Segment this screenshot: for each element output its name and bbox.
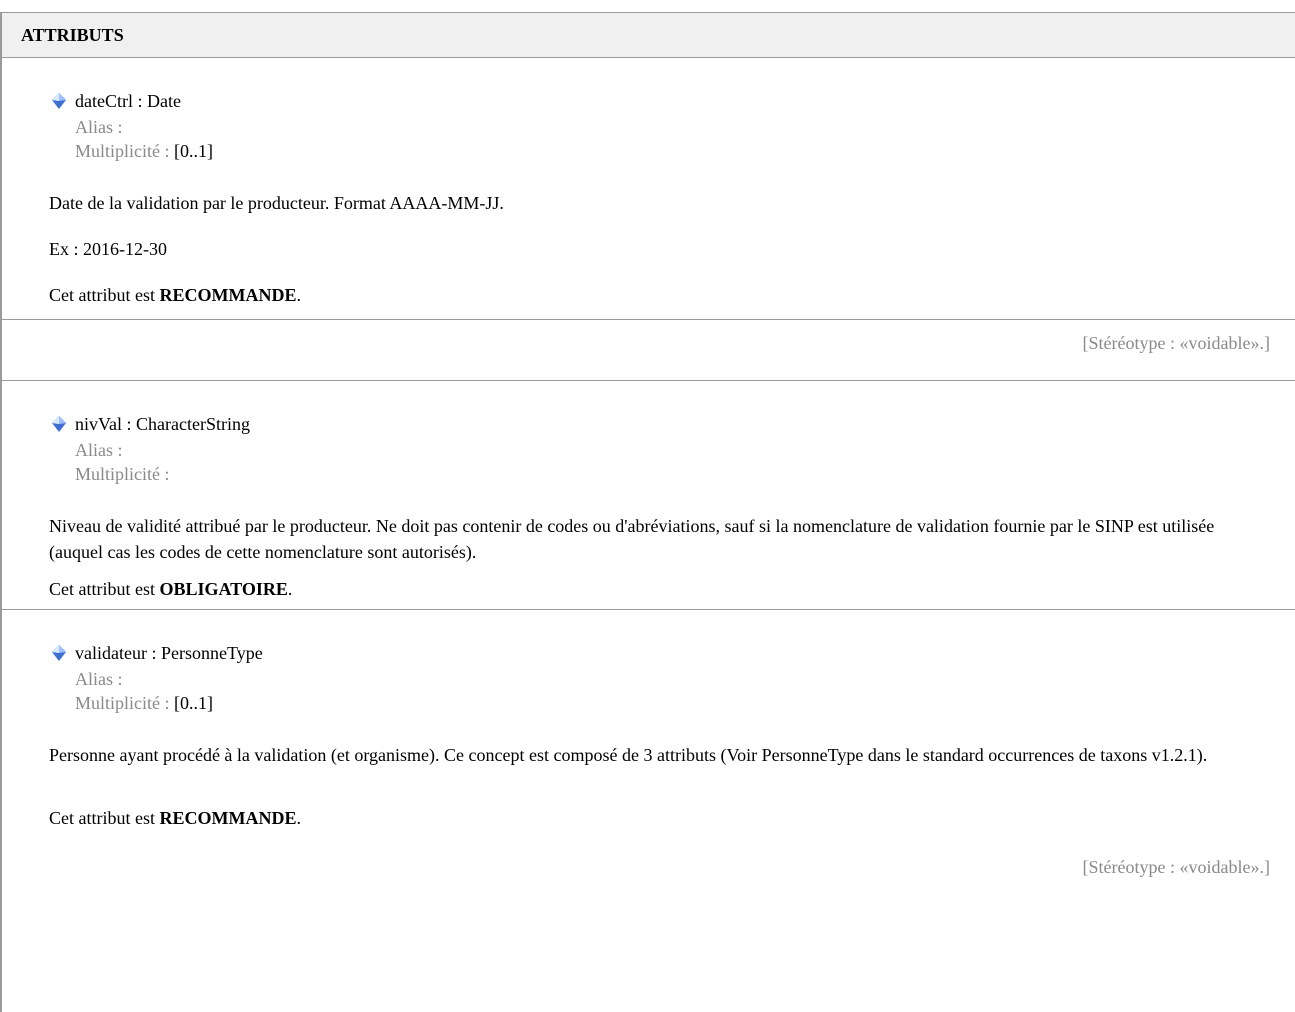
section-title: ATTRIBUTS bbox=[21, 24, 124, 45]
status-prefix: Cet attribut est bbox=[49, 285, 160, 305]
attribute-diamond-icon bbox=[51, 645, 67, 661]
attribute-title: validateur : PersonneType bbox=[75, 643, 263, 663]
attribute-example: Ex : 2016-12-30 bbox=[49, 239, 167, 259]
attribute-header: nivVal : CharacterString bbox=[51, 413, 250, 435]
attribute-header: dateCtrl : Date bbox=[51, 90, 181, 112]
alias-row: Alias : bbox=[75, 115, 123, 139]
status-suffix: . bbox=[296, 285, 301, 305]
attribute-item: nivVal : CharacterString Alias : Multipl… bbox=[2, 381, 1295, 610]
attribute-description: Personne ayant procédé à la validation (… bbox=[49, 745, 1208, 765]
multiplicity-label: Multiplicité : bbox=[75, 141, 170, 161]
attribute-item: dateCtrl : Date Alias : Multiplicité : [… bbox=[2, 58, 1295, 353]
alias-row: Alias : bbox=[75, 438, 123, 462]
status-prefix: Cet attribut est bbox=[49, 579, 160, 599]
multiplicity-label: Multiplicité : bbox=[75, 693, 170, 713]
multiplicity-row: Multiplicité : bbox=[75, 462, 170, 486]
status-value: RECOMMANDE bbox=[159, 285, 297, 305]
attribute-title: dateCtrl : Date bbox=[75, 91, 181, 111]
attribute-title: nivVal : CharacterString bbox=[75, 414, 250, 434]
attribute-status: Cet attribut est RECOMMANDE. bbox=[49, 282, 1275, 308]
attribute-description: Date de la validation par le producteur.… bbox=[49, 193, 504, 213]
stereotype-note: [Stéréotype : «voidable».] bbox=[1082, 333, 1270, 353]
attribute-diamond-icon bbox=[51, 416, 67, 432]
alias-label: Alias : bbox=[75, 117, 123, 137]
attribute-item: validateur : PersonneType Alias : Multip… bbox=[2, 610, 1295, 1010]
attribute-diamond-icon bbox=[51, 93, 67, 109]
attribute-header: validateur : PersonneType bbox=[51, 642, 263, 664]
alias-label: Alias : bbox=[75, 669, 123, 689]
stereotype-note: [Stéréotype : «voidable».] bbox=[1082, 857, 1270, 877]
status-value: RECOMMANDE bbox=[159, 808, 297, 828]
multiplicity-row: Multiplicité : [0..1] bbox=[75, 139, 213, 163]
multiplicity-label: Multiplicité : bbox=[75, 464, 170, 484]
attribute-description: Niveau de validité attribué par le produ… bbox=[49, 516, 1215, 562]
status-suffix: . bbox=[287, 579, 293, 599]
status-suffix: . bbox=[296, 808, 301, 828]
multiplicity-row: Multiplicité : [0..1] bbox=[75, 691, 213, 715]
status-value: OBLIGATOIRE bbox=[159, 579, 288, 599]
alias-row: Alias : bbox=[75, 667, 123, 691]
section-header: ATTRIBUTS bbox=[2, 13, 1295, 58]
status-prefix: Cet attribut est bbox=[49, 808, 160, 828]
attribute-status: Cet attribut est RECOMMANDE. bbox=[49, 805, 1275, 831]
multiplicity-value: [0..1] bbox=[174, 141, 213, 161]
multiplicity-value: [0..1] bbox=[174, 693, 213, 713]
attributes-panel: ATTRIBUTS dateCtrl : Date Alias : Multip… bbox=[0, 12, 1295, 1012]
alias-label: Alias : bbox=[75, 440, 123, 460]
attribute-status: Cet attribut est OBLIGATOIRE. bbox=[49, 576, 1275, 602]
